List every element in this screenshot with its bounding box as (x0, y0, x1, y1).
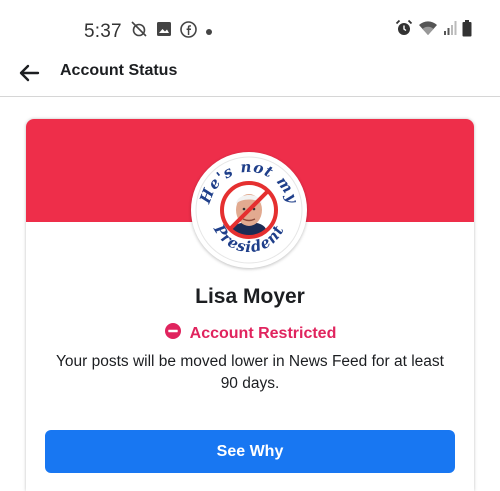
arrow-left-icon (18, 64, 40, 87)
avatar[interactable]: He's not my President (191, 152, 307, 268)
restriction-description: Your posts will be moved lower in News F… (56, 353, 444, 392)
app-bar: Account Status (0, 54, 500, 97)
status-label: Account Restricted (189, 324, 337, 342)
dot-icon (205, 23, 213, 41)
see-why-button[interactable]: See Why (45, 430, 455, 473)
account-status-row: Account Restricted (26, 322, 474, 345)
status-right-group (395, 19, 472, 42)
alarm-icon (395, 19, 413, 42)
signal-icon (443, 20, 457, 41)
facebook-icon (179, 20, 197, 43)
account-status-card: He's not my President Lisa Moyer Account… (26, 119, 474, 491)
status-left-group: 5:37 (84, 20, 213, 43)
alarm-off-icon (130, 20, 148, 43)
wifi-icon (418, 20, 438, 41)
back-button[interactable] (14, 60, 44, 90)
status-bar: 5:37 (0, 0, 500, 54)
battery-icon (462, 19, 472, 42)
status-time: 5:37 (84, 20, 122, 42)
restricted-icon (164, 322, 182, 345)
page-title: Account Status (60, 62, 178, 79)
gallery-icon (156, 21, 172, 42)
user-name: Lisa Moyer (195, 285, 305, 308)
